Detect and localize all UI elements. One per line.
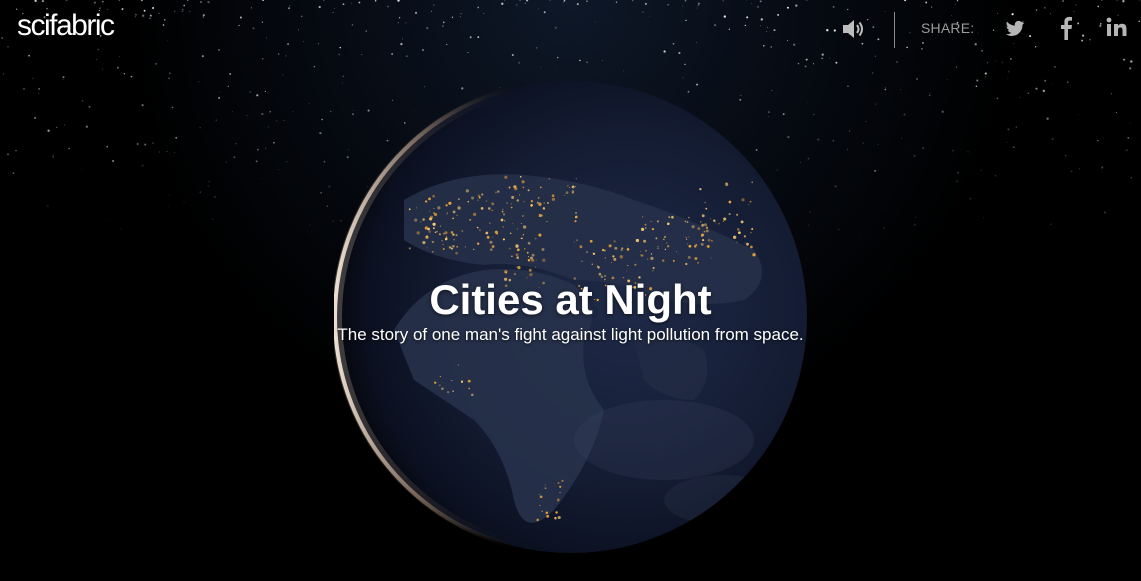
hero-text-block: Cities at Night The story of one man's f… <box>0 276 1141 346</box>
scifabric-logo[interactable]: scifabric <box>17 6 115 46</box>
topbar-divider <box>894 12 895 48</box>
twitter-icon[interactable] <box>1004 16 1026 40</box>
page-subtitle: The story of one man's fight against lig… <box>337 325 804 344</box>
speaker-volume-icon[interactable] <box>840 16 868 42</box>
page-title: Cities at Night <box>429 276 712 323</box>
share-label: SHARE: <box>921 20 975 36</box>
facebook-icon[interactable] <box>1059 16 1073 40</box>
hero-stage: scifabric SHARE: Cities at Night The sto… <box>0 0 1141 581</box>
linkedin-icon[interactable] <box>1106 16 1128 40</box>
